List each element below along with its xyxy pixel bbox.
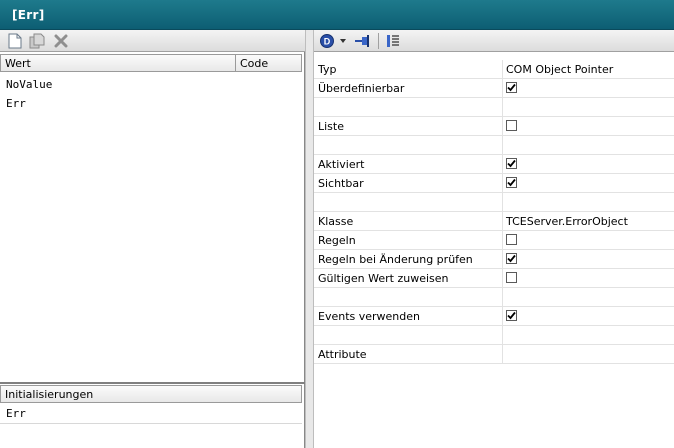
delete-icon[interactable] (52, 32, 70, 50)
property-column-separator (502, 288, 503, 307)
info-dropdown-icon[interactable]: D (318, 32, 336, 50)
chevron-down-icon[interactable] (338, 32, 348, 50)
property-column-separator (502, 174, 503, 193)
property-checkbox[interactable] (506, 310, 517, 321)
initialization-value: Err (6, 407, 26, 420)
column-separator[interactable] (235, 55, 236, 71)
pin-icon[interactable] (354, 32, 372, 50)
property-checkbox[interactable] (506, 253, 517, 264)
toolbar-separator (378, 33, 379, 49)
property-column-separator (502, 117, 503, 136)
property-column-separator (502, 212, 503, 231)
property-pane: D Typ COM Object Pointer Überdefinierbar Li… (314, 30, 674, 448)
property-list-icon[interactable] (384, 32, 402, 50)
property-column-separator (502, 193, 503, 212)
checkmark-icon (507, 159, 516, 168)
property-name: Aktiviert (318, 158, 365, 171)
property-column-separator (502, 269, 503, 288)
property-row[interactable]: Regeln bei Änderung prüfen (314, 250, 674, 269)
property-name: Events verwenden (318, 310, 420, 323)
property-column-separator (502, 326, 503, 345)
property-name: Sichtbar (318, 177, 364, 190)
property-name: Regeln bei Änderung prüfen (318, 253, 473, 266)
initializations-header-label: Initialisierungen (5, 388, 94, 401)
property-name: Gültigen Wert zuweisen (318, 272, 449, 285)
vertical-splitter[interactable] (305, 30, 314, 448)
initialization-row[interactable]: Err (0, 404, 302, 424)
property-column-separator (502, 155, 503, 174)
column-header-wert[interactable]: Wert (5, 57, 31, 70)
checkmark-icon (507, 178, 516, 187)
property-row[interactable]: Typ COM Object Pointer (314, 60, 674, 79)
property-row[interactable] (314, 193, 674, 212)
property-value[interactable]: TCEServer.ErrorObject (506, 215, 628, 228)
new-document-icon[interactable] (6, 32, 24, 50)
property-row[interactable] (314, 136, 674, 155)
value-list-header: Wert Code (0, 54, 302, 72)
initializations-header: Initialisierungen (0, 385, 302, 403)
property-row[interactable]: Attribute (314, 345, 674, 364)
property-checkbox[interactable] (506, 120, 517, 131)
property-column-separator (502, 345, 503, 364)
property-row[interactable]: Aktiviert (314, 155, 674, 174)
column-header-code[interactable]: Code (240, 57, 268, 70)
property-column-separator (502, 231, 503, 250)
property-row[interactable]: Gültigen Wert zuweisen (314, 269, 674, 288)
property-name: Liste (318, 120, 344, 133)
checkmark-icon (507, 311, 516, 320)
window-title: [Err] (12, 8, 45, 22)
pane-divider[interactable] (0, 382, 305, 384)
property-checkbox[interactable] (506, 82, 517, 93)
svg-text:D: D (324, 37, 331, 47)
property-checkbox[interactable] (506, 177, 517, 188)
property-column-separator (502, 307, 503, 326)
property-row[interactable]: Sichtbar (314, 174, 674, 193)
property-row[interactable] (314, 98, 674, 117)
property-name: Attribute (318, 348, 367, 361)
property-checkbox[interactable] (506, 234, 517, 245)
property-checkbox[interactable] (506, 158, 517, 169)
copy-icon[interactable] (28, 32, 46, 50)
left-pane: Wert Code NoValue Err Initialisierungen … (0, 30, 305, 448)
window-titlebar: [Err] (0, 0, 674, 30)
property-column-separator (502, 60, 503, 79)
property-row[interactable] (314, 326, 674, 345)
property-row[interactable]: Liste (314, 117, 674, 136)
property-column-separator (502, 136, 503, 155)
property-name: Regeln (318, 234, 356, 247)
property-row[interactable]: Überdefinierbar (314, 79, 674, 98)
property-column-separator (502, 250, 503, 269)
property-value[interactable]: COM Object Pointer (506, 63, 613, 76)
property-row[interactable] (314, 288, 674, 307)
property-checkbox[interactable] (506, 272, 517, 283)
property-name: Typ (318, 63, 337, 76)
checkmark-icon (507, 83, 516, 92)
left-toolbar (0, 30, 305, 52)
list-item[interactable]: NoValue (6, 78, 52, 91)
property-row[interactable]: Events verwenden (314, 307, 674, 326)
property-column-separator (502, 98, 503, 117)
property-row[interactable]: Regeln (314, 231, 674, 250)
list-item[interactable]: Err (6, 97, 26, 110)
property-toolbar: D (314, 30, 674, 52)
property-name: Überdefinierbar (318, 82, 405, 95)
checkmark-icon (507, 254, 516, 263)
property-column-separator (502, 79, 503, 98)
property-row[interactable]: Klasse TCEServer.ErrorObject (314, 212, 674, 231)
property-name: Klasse (318, 215, 354, 228)
